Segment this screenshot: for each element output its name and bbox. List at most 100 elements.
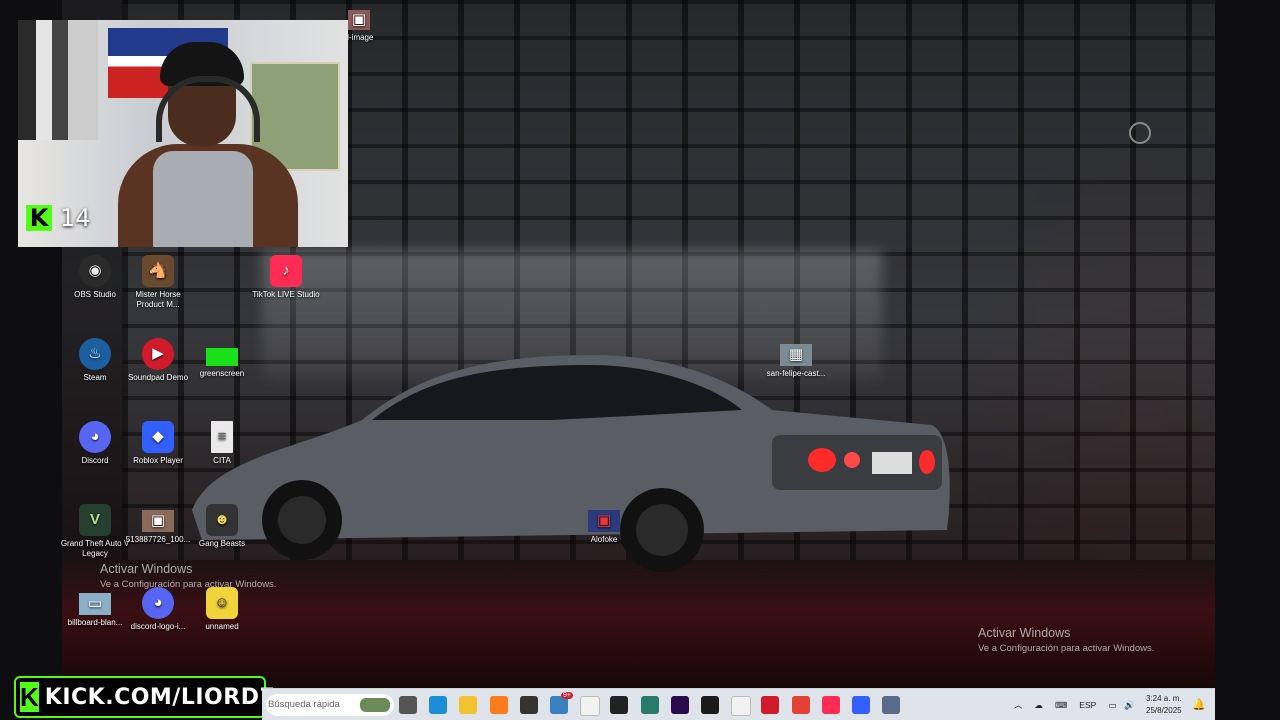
document-icon: ≡ <box>211 421 233 453</box>
desktop-icon-obs-studio[interactable]: ◉ OBS Studio <box>60 255 130 300</box>
desktop-icon-label: Roblox Player <box>133 456 183 465</box>
taskbar-app-epic-games-icon[interactable] <box>610 696 629 714</box>
taskbar-app-premiere-icon[interactable] <box>670 696 689 714</box>
viewer-count-badge: K 14 <box>26 204 91 232</box>
desktop-icon-label: 513887726_100... <box>125 535 191 544</box>
streamer-shirt <box>153 151 253 247</box>
search-highlight-icon <box>360 698 390 712</box>
discord-icon: ◕ <box>79 421 111 453</box>
steam-icon: ♨ <box>79 338 111 370</box>
cloud-icon[interactable]: ☁ <box>1035 700 1044 711</box>
taskbar-app-app-a-icon[interactable] <box>489 696 508 714</box>
desktop-icon-discord[interactable]: ◕ Discord <box>60 421 130 466</box>
discord-icon: ◕ <box>142 587 174 619</box>
play-icon: ▶ <box>142 338 174 370</box>
activate-overlay-subtitle: Ve a Configuración para activar Windows. <box>978 643 1155 654</box>
desktop-icon-billboard[interactable]: ▭ billboard-blan... <box>60 587 130 628</box>
desktop-icon-label: Steam <box>83 373 107 382</box>
volume-icon[interactable]: 🔊 <box>1124 700 1135 711</box>
greenscreen-thumbnail-icon <box>206 348 238 366</box>
desktop-icon-image-513887726[interactable]: ▣ 513887726_100... <box>123 504 193 545</box>
desktop-icon-label: Grand Theft Auto V Legacy <box>60 539 130 558</box>
image-thumbnail-icon: ☺ <box>206 587 238 619</box>
obs-icon: ◉ <box>79 255 111 287</box>
taskbar-app-obs-icon[interactable] <box>519 696 538 714</box>
desktop-icon-label: discord-logo-i... <box>130 622 186 631</box>
activate-title: Activar Windows <box>100 562 193 576</box>
desktop-icon-mister-horse[interactable]: 🐴 Mister Horse Product M... <box>123 255 193 310</box>
desktop-icon-unnamed[interactable]: ☺ unnamed <box>187 587 257 632</box>
taskbar-app-document-icon[interactable] <box>580 696 601 716</box>
desktop-icon-cita[interactable]: ≡ CITA <box>187 421 257 466</box>
gang-beasts-icon: ☻ <box>206 504 238 536</box>
taskbar-app-settings-icon[interactable] <box>882 696 901 714</box>
language-indicator[interactable]: ESP <box>1079 700 1096 710</box>
taskbar-app-capcut-icon[interactable] <box>701 696 719 714</box>
webcam-clothes <box>18 20 98 140</box>
image-thumbnail-icon: ▣ <box>348 10 370 30</box>
desktop-icon-label: CITA <box>213 456 231 465</box>
desktop-icon-label: san-felipe-cast... <box>766 369 826 378</box>
taskbar-app-roblox-icon[interactable] <box>852 696 870 714</box>
kick-logo-icon: K <box>26 205 52 231</box>
taskbar-app-document-2-icon[interactable] <box>731 696 752 716</box>
desktop-icon-label: Soundpad Demo <box>127 373 189 382</box>
viewer-count: 14 <box>60 204 91 232</box>
streamer <box>98 42 313 247</box>
desktop-icon-soundpad[interactable]: ▶ Soundpad Demo <box>123 338 193 383</box>
cursor-ring <box>1129 122 1151 144</box>
clock[interactable]: 3:24 a. m. 25/8/2025 <box>1146 693 1182 717</box>
webcam-overlay: K 14 <box>18 20 348 247</box>
desktop-icon-discord-logo[interactable]: ◕ discord-logo-i... <box>123 587 193 632</box>
kick-logo-icon: K <box>20 682 39 712</box>
search-placeholder: Búsqueda rápida <box>268 699 340 710</box>
activate-windows-overlay: Activar Windows Ve a Configuración para … <box>978 626 1154 654</box>
taskbar-app-edge-icon[interactable] <box>429 696 448 714</box>
desktop-icon-label: unnamed <box>205 622 239 631</box>
keyboard-icon[interactable]: ⌨ <box>1055 700 1067 711</box>
taskbar-app-tiktok-icon[interactable] <box>821 696 840 714</box>
system-tray: ︿ ☁ ⌨ ESP ▭ 🔊 <box>1014 689 1135 720</box>
taskbar-app-app-red-icon[interactable] <box>761 696 780 714</box>
notifications-icon[interactable]: 🔔 <box>1192 698 1206 711</box>
taskbar-app-file-explorer-icon[interactable] <box>459 696 478 714</box>
horse-icon: 🐴 <box>142 255 174 287</box>
desktop-icon-roblox-player[interactable]: ◆ Roblox Player <box>123 421 193 466</box>
taskbar-app-app-arrow-icon[interactable] <box>640 696 659 714</box>
desktop-icon-label: Discord <box>81 456 109 465</box>
roblox-icon: ◆ <box>142 421 174 453</box>
desktop-icon-label: TikTok LIVE Studio <box>252 290 320 299</box>
desktop-icon-label: OBS Studio <box>74 290 116 299</box>
wallpaper-car <box>192 355 950 572</box>
image-thumbnail-icon: ▣ <box>142 510 174 532</box>
desktop-icon-gta-v[interactable]: V Grand Theft Auto V Legacy <box>60 504 130 559</box>
activate-overlay-title: Activar Windows <box>978 626 1071 640</box>
desktop-icon-label: billboard-blan... <box>67 618 123 627</box>
taskbar-app-chrome-icon[interactable] <box>791 696 810 714</box>
taskbar-app-task-view-icon[interactable] <box>399 696 417 714</box>
desktop-icon-steam[interactable]: ♨ Steam <box>60 338 130 383</box>
stream-frame: Activar Windows Ve a Configuración para … <box>0 0 1280 720</box>
desktop-icon-label: Gang Beasts <box>198 539 246 548</box>
image-thumbnail-icon: ▣ <box>588 510 620 532</box>
notification-badge: 9+ <box>561 692 573 699</box>
image-thumbnail-icon: ▭ <box>79 593 111 615</box>
desktop-icon-greenscreen[interactable]: greenscreen <box>187 338 257 379</box>
gta-v-icon: V <box>79 504 111 536</box>
chevron-up-icon[interactable]: ︿ <box>1014 699 1023 711</box>
clock-date: 25/8/2025 <box>1146 706 1182 715</box>
image-thumbnail-icon: ▦ <box>780 344 812 366</box>
headset <box>156 76 260 142</box>
right-letterbox <box>1215 0 1280 720</box>
desktop-icon-label: greenscreen <box>199 369 245 378</box>
desktop-icon-label: Alofoke <box>590 535 618 544</box>
desktop-icon-alofoke[interactable]: ▣ Alofoke <box>569 504 639 545</box>
clock-time: 3:24 a. m. <box>1146 694 1182 703</box>
taskbar-search[interactable]: Búsqueda rápida <box>266 694 394 716</box>
desktop-icon-tiktok-live[interactable]: ♪ TikTok LIVE Studio <box>251 255 321 300</box>
tiktok-icon: ♪ <box>270 255 302 287</box>
desktop-icon-gang-beasts[interactable]: ☻ Gang Beasts <box>187 504 257 549</box>
desktop-icon-san-felipe[interactable]: ▦ san-felipe-cast... <box>761 338 831 379</box>
network-icon[interactable]: ▭ <box>1108 700 1116 711</box>
kick-channel-url: KICK.COM/LIORD7 <box>44 684 276 710</box>
